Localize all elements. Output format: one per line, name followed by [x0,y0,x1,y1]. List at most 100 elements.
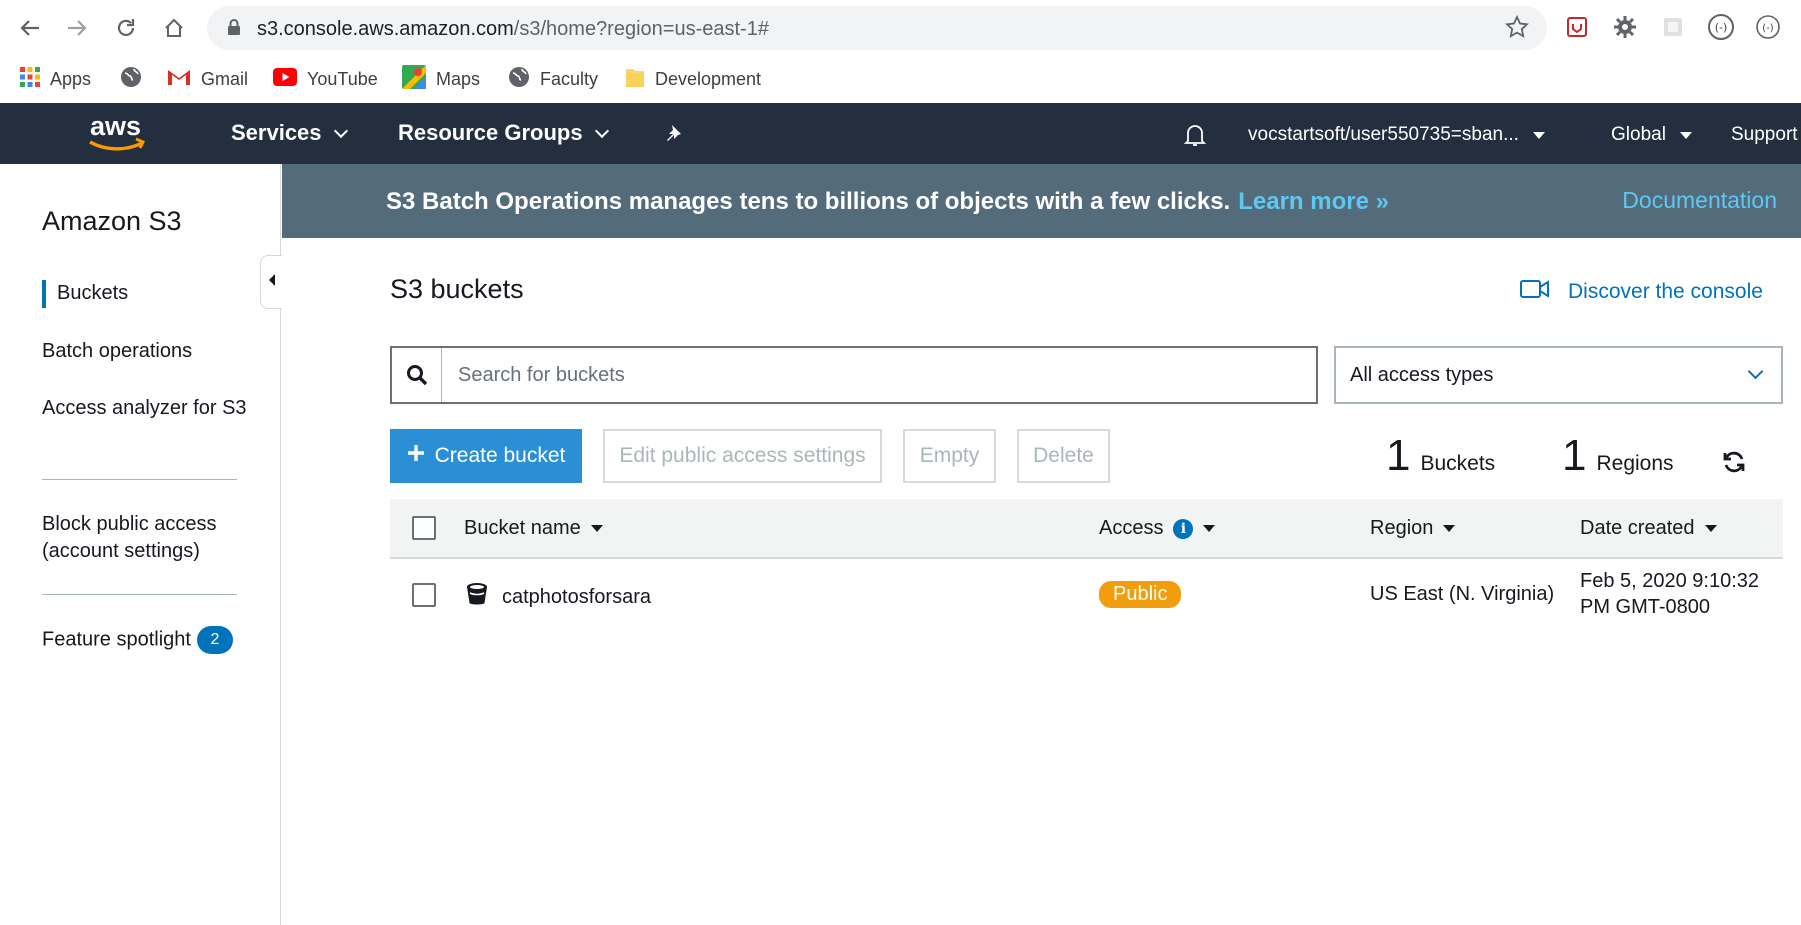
page-title: S3 buckets [390,274,524,304]
chevron-down-icon [1747,363,1764,380]
sidebar-title: Amazon S3 [42,206,182,236]
bookmark-apps[interactable]: Apps [20,65,91,93]
column-date-created[interactable]: Date created [1580,517,1717,540]
column-label: Access [1099,517,1164,539]
column-region[interactable]: Region [1370,517,1456,540]
feature-spotlight-badge: 2 [196,626,233,654]
sidebar: Amazon S3 Buckets Batch operations Acces… [0,164,281,925]
learn-more-link[interactable]: Learn more » [1238,188,1389,215]
plus-icon [407,444,425,468]
create-bucket-label: Create bucket [434,444,566,467]
sidebar-item-block-public-access[interactable]: Block public access (account settings) [42,511,252,565]
documentation-link[interactable]: Documentation [1622,187,1777,214]
extension-shield-icon[interactable] [1563,13,1591,41]
maps-icon [402,64,426,94]
lock-icon [227,18,241,41]
bucket-count-number: 1 [1386,431,1411,480]
access-type-select[interactable]: All access types [1334,346,1783,404]
bucket-icon [464,581,490,613]
search-icon [392,348,442,402]
sidebar-item-access-analyzer[interactable]: Access analyzer for S3 [42,395,252,422]
reload-icon[interactable] [110,12,142,44]
sidebar-item-buckets[interactable]: Buckets [57,280,128,307]
column-label: Bucket name [464,517,581,539]
empty-button[interactable]: Empty [903,429,996,483]
bookmark-faculty[interactable]: Faculty [508,65,598,93]
support-menu[interactable]: Support [1731,124,1798,146]
public-badge: Public [1099,581,1182,608]
access-cell: Public [1099,581,1182,608]
caret-left-icon [267,273,277,292]
bookmark-star-icon[interactable] [1504,14,1530,44]
back-icon[interactable] [14,12,46,44]
column-access[interactable]: Access i [1099,517,1216,540]
resource-groups-menu[interactable]: Resource Groups [398,120,609,146]
notifications-bell-icon[interactable] [1182,122,1208,148]
services-menu[interactable]: Services [231,120,348,146]
feature-spotlight-label: Feature spotlight [42,628,191,651]
home-icon[interactable] [158,12,190,44]
delete-button[interactable]: Delete [1017,429,1110,483]
pin-icon[interactable] [664,123,686,145]
sidebar-item-feature-spotlight[interactable]: Feature spotlight 2 [42,626,233,654]
region-menu[interactable]: Global [1611,124,1692,146]
info-icon[interactable]: i [1173,518,1194,539]
bookmark-label: Apps [50,68,92,89]
sort-caret-icon [1203,525,1216,532]
access-type-value: All access types [1350,364,1494,386]
region-cell: US East (N. Virginia) [1370,583,1555,605]
address-bar[interactable]: s3.console.aws.amazon.com/s3/home?region… [207,6,1547,50]
sidebar-item-batch-operations[interactable]: Batch operations [42,338,192,365]
bookmark-label: YouTube [307,68,378,89]
aws-logo[interactable]: aws [86,111,150,160]
services-label: Services [231,120,322,145]
extension-circle-icon[interactable]: (-) [1707,13,1735,41]
caret-down-icon [1679,131,1692,139]
globe-icon [508,66,530,93]
date-created-cell: Feb 5, 2020 9:10:32 PM GMT-0800 [1580,568,1759,620]
globe-icon [120,66,142,93]
account-menu[interactable]: vocstartsoft/user550735=sban... [1248,124,1545,146]
gmail-icon [167,68,191,91]
bookmark-gmail[interactable]: Gmail [167,65,248,93]
bucket-name-cell: catphotosforsara [464,581,651,613]
bookmark-maps[interactable]: Maps [402,64,481,94]
bookmark-label: Maps [436,68,481,89]
sort-caret-icon [1443,525,1456,532]
bucket-name-link[interactable]: catphotosforsara [502,586,651,609]
select-all-checkbox[interactable] [412,516,436,540]
resource-groups-label: Resource Groups [398,120,583,145]
region-count: 1 Regions [1562,431,1674,481]
column-bucket-name[interactable]: Bucket name [464,517,603,540]
search-input[interactable] [458,348,1298,402]
discover-label: Discover the console [1568,280,1763,303]
region-count-number: 1 [1562,431,1587,480]
extension-gear-icon[interactable] [1611,13,1639,41]
collapse-sidebar-button[interactable] [260,255,282,309]
svg-text:(-): (-) [1762,23,1774,34]
extension-circle-icon[interactable]: (-) [1754,13,1782,41]
apps-grid-icon [20,66,40,92]
chevron-down-icon [594,123,609,138]
bookmark-globe[interactable] [120,65,142,93]
video-camera-icon [1520,279,1550,305]
create-bucket-button[interactable]: Create bucket [390,429,582,483]
announcement-banner: S3 Batch Operations manages tens to bill… [282,164,1801,238]
edit-public-access-button[interactable]: Edit public access settings [603,429,882,483]
banner-message: S3 Batch Operations manages tens to bill… [386,188,1389,216]
refresh-icon[interactable] [1722,450,1746,479]
forward-icon[interactable] [61,12,93,44]
column-label: Region [1370,517,1434,539]
aws-top-nav: aws Services Resource Groups vocstartsof… [0,103,1801,164]
bookmark-youtube[interactable]: YouTube [273,65,378,93]
url-path: /s3/home?region=us-east-1# [513,18,769,40]
extension-grey-icon[interactable] [1659,13,1687,41]
bookmark-development[interactable]: Development [625,65,761,93]
chevron-down-icon [333,123,348,138]
caret-down-icon [1532,131,1545,139]
column-label: Date created [1580,517,1695,539]
bucket-table-header: Bucket name Access i Region Date created [390,499,1783,559]
discover-console-link[interactable]: Discover the console [1520,279,1763,305]
row-checkbox[interactable] [412,583,436,607]
bucket-search [390,346,1318,404]
